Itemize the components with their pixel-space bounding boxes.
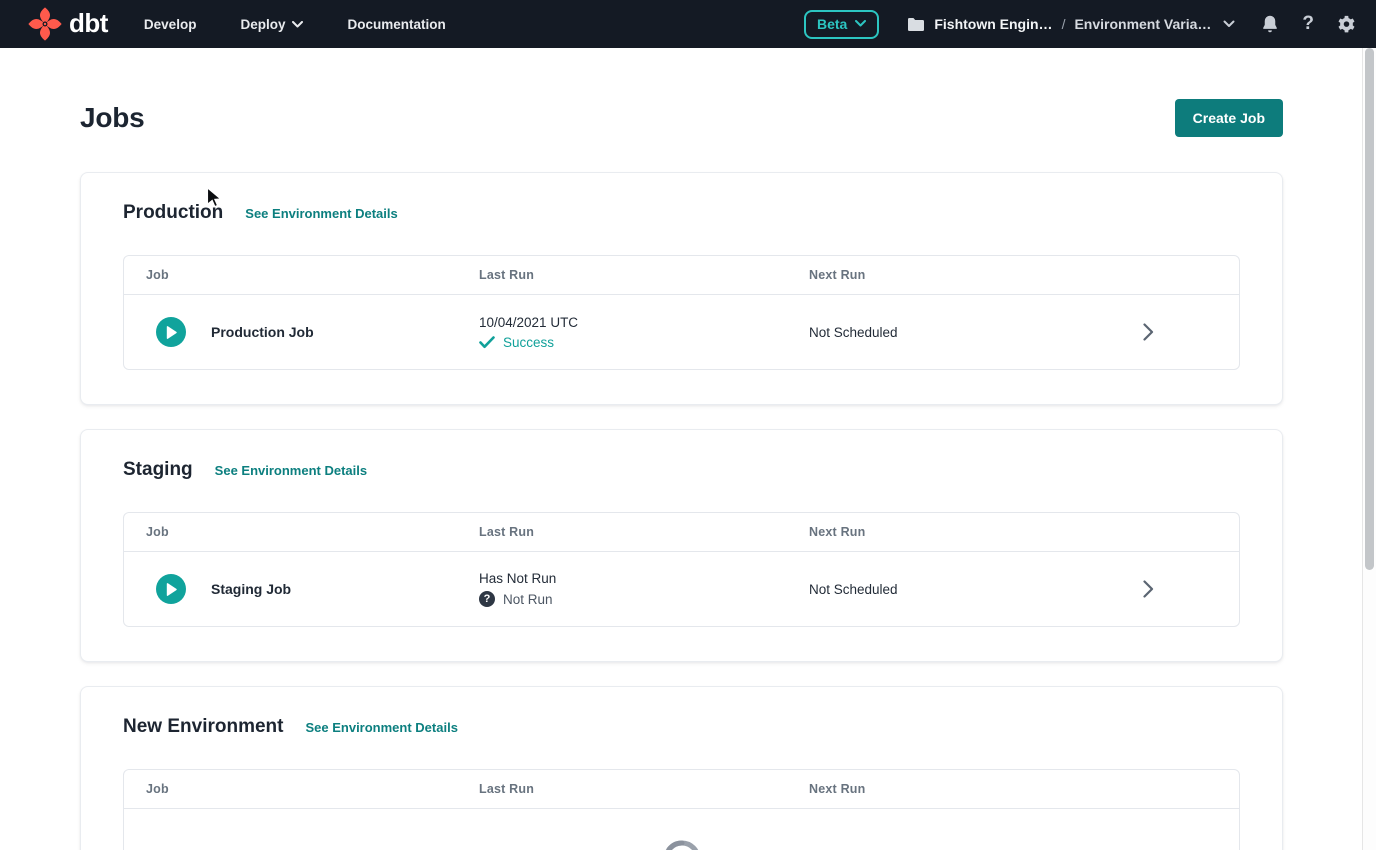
column-header-job: Job [124,525,479,539]
last-run-cell: Has Not Run ? Not Run [479,571,809,607]
see-environment-details-link[interactable]: See Environment Details [245,206,397,221]
nav-deploy[interactable]: Deploy [240,17,303,32]
column-header-job: Job [124,782,479,796]
last-run-cell: 10/04/2021 UTC Success [479,315,809,350]
breadcrumb-separator: / [1062,16,1066,32]
chevron-right-icon[interactable] [1143,323,1154,341]
environment-card-staging: Staging See Environment Details Job Last… [80,429,1283,662]
status-text: Success [503,335,554,350]
environment-card-new-environment: New Environment See Environment Details … [80,686,1283,850]
page-title: Jobs [80,101,145,135]
empty-state-loop-icon [658,833,706,850]
nav-right-cluster: Beta Fishtown Engin… / Environment Varia… [804,10,1356,39]
create-job-button[interactable]: Create Job [1175,99,1283,137]
jobs-table: Job Last Run Next Run Staging Job Has No… [123,512,1240,627]
environment-card-header: New Environment See Environment Details [123,715,1240,739]
job-row-staging-job[interactable]: Staging Job Has Not Run ? Not Run Not Sc… [124,552,1239,626]
main-nav: Develop Deploy Documentation [144,17,446,32]
nav-icon-cluster: ? [1261,13,1356,35]
environment-name: Production [123,201,223,225]
beta-dropdown[interactable]: Beta [804,10,879,39]
run-job-play-button[interactable] [156,574,186,604]
top-nav: dbt Develop Deploy Documentation Beta Fi… [0,0,1376,48]
chevron-down-icon [855,20,866,27]
jobs-table-header: Job Last Run Next Run [124,256,1239,295]
column-header-last-run: Last Run [479,782,809,796]
job-cell: Staging Job [124,574,479,604]
breadcrumb-account[interactable]: Fishtown Engin… [934,16,1052,32]
dbt-logo[interactable]: dbt [26,5,108,43]
job-row-production-job[interactable]: Production Job 10/04/2021 UTC Success No… [124,295,1239,369]
page-header: Jobs Create Job [80,99,1283,137]
notifications-bell-icon[interactable] [1261,14,1279,34]
check-icon [479,336,495,349]
jobs-table-header: Job Last Run Next Run [124,770,1239,809]
see-environment-details-link[interactable]: See Environment Details [215,463,367,478]
column-header-next-run: Next Run [809,782,1239,796]
help-icon[interactable]: ? [1302,13,1314,35]
job-name: Staging Job [211,581,291,597]
last-run-status: ? Not Run [479,591,809,607]
jobs-table-header: Job Last Run Next Run [124,513,1239,552]
settings-gear-icon[interactable] [1337,15,1356,34]
run-job-play-button[interactable] [156,317,186,347]
question-mark-icon: ? [479,591,495,607]
next-run-cell: Not Scheduled [809,582,1239,597]
last-run-date: Has Not Run [479,571,809,586]
environment-name: Staging [123,458,193,482]
jobs-page: Jobs Create Job Production See Environme… [0,48,1376,850]
chevron-down-icon [1223,20,1235,28]
empty-jobs-state [124,809,1239,850]
column-header-next-run: Next Run [809,525,1239,539]
column-header-next-run: Next Run [809,268,1239,282]
column-header-last-run: Last Run [479,525,809,539]
breadcrumb-project[interactable]: Environment Varia… [1074,16,1211,32]
next-run-cell: Not Scheduled [809,325,1239,340]
last-run-date: 10/04/2021 UTC [479,315,809,330]
scrollbar-thumb[interactable] [1365,48,1374,570]
job-cell: Production Job [124,317,479,347]
jobs-table: Job Last Run Next Run [123,769,1240,850]
folder-icon [907,17,925,32]
nav-develop[interactable]: Develop [144,17,197,32]
page-scrollbar[interactable] [1362,48,1376,850]
jobs-table: Job Last Run Next Run Production Job 10/… [123,255,1240,370]
last-run-status: Success [479,335,809,350]
chevron-down-icon [292,21,303,28]
nav-documentation[interactable]: Documentation [347,17,445,32]
environment-card-production: Production See Environment Details Job L… [80,172,1283,405]
column-header-last-run: Last Run [479,268,809,282]
dbt-logo-icon [26,5,64,43]
environment-card-header: Staging See Environment Details [123,458,1240,482]
job-name: Production Job [211,324,314,340]
column-header-job: Job [124,268,479,282]
dbt-logo-wordmark: dbt [69,10,108,39]
status-text: Not Run [503,592,553,607]
breadcrumb[interactable]: Fishtown Engin… / Environment Varia… [907,16,1235,32]
see-environment-details-link[interactable]: See Environment Details [305,720,457,735]
environment-card-header: Production See Environment Details [123,201,1240,225]
environment-name: New Environment [123,715,283,739]
chevron-right-icon[interactable] [1143,580,1154,598]
